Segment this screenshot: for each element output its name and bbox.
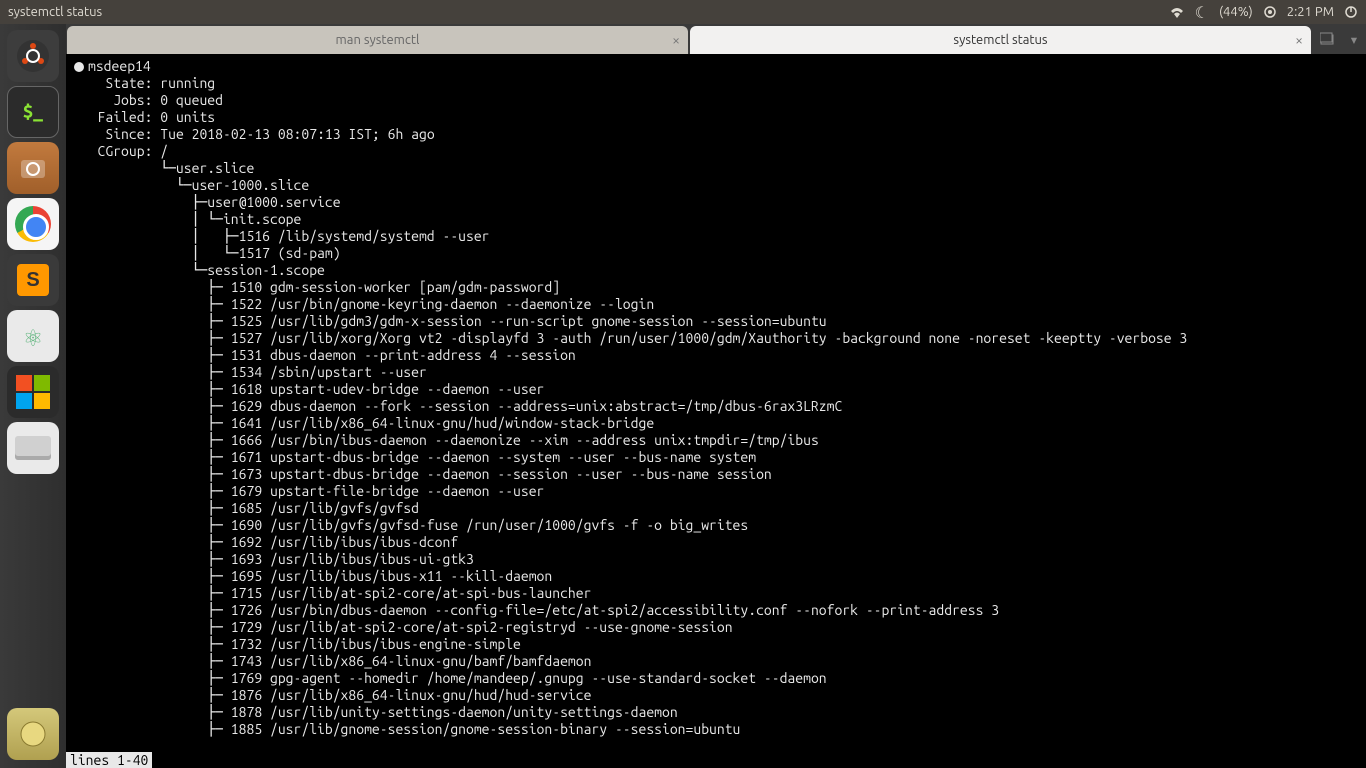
wifi-icon[interactable] <box>1169 6 1185 18</box>
unity-launcher: $_ S ⚛ <box>0 24 66 768</box>
tab-systemctl-status[interactable]: systemctl status × <box>690 26 1311 54</box>
power-icon[interactable] <box>1344 5 1358 19</box>
system-indicators[interactable]: ☾ (44%) 2:21 PM <box>1169 3 1358 22</box>
status-dot-icon <box>74 62 84 72</box>
cgroup-value: / <box>160 143 168 159</box>
sound-icon[interactable] <box>1263 5 1277 19</box>
moon-icon[interactable]: ☾ <box>1195 3 1209 22</box>
close-icon[interactable]: × <box>1295 32 1303 48</box>
terminal-window: man systemctl × systemctl status × ▾ msd… <box>66 24 1366 768</box>
battery-percent[interactable]: (44%) <box>1219 5 1253 19</box>
hostname: msdeep14 <box>88 58 151 74</box>
launcher-terminal[interactable]: $_ <box>7 86 59 138</box>
clock[interactable]: 2:21 PM <box>1287 5 1334 19</box>
tab-title: systemctl status <box>953 33 1047 47</box>
launcher-files[interactable] <box>7 142 59 194</box>
launcher-sublime[interactable]: S <box>7 254 59 306</box>
launcher-trash[interactable] <box>7 708 59 760</box>
pager-status: lines 1-40 <box>66 752 152 768</box>
jobs-value: 0 queued <box>160 92 223 108</box>
cgroup-label: CGroup: <box>98 143 153 159</box>
launcher-virtualbox[interactable] <box>7 366 59 418</box>
terminal-tabbar: man systemctl × systemctl status × ▾ <box>66 24 1366 54</box>
failed-value: 0 units <box>160 109 215 125</box>
close-icon[interactable]: × <box>672 32 680 48</box>
window-title: systemctl status <box>8 5 102 19</box>
top-menubar: systemctl status ☾ (44%) 2:21 PM <box>0 0 1366 24</box>
failed-label: Failed: <box>98 109 153 125</box>
terminal-output[interactable]: msdeep14 State: running Jobs: 0 queued F… <box>66 54 1366 742</box>
state-label: State: <box>105 75 152 91</box>
launcher-drive[interactable] <box>7 422 59 474</box>
tab-title: man systemctl <box>336 33 420 47</box>
since-value: Tue 2018-02-13 08:07:13 IST; 6h ago <box>160 126 434 142</box>
launcher-atom[interactable]: ⚛ <box>7 310 59 362</box>
cgroup-tree: └─user.slice └─user-1000.slice ├─user@10… <box>74 160 1187 737</box>
launcher-chrome[interactable] <box>7 198 59 250</box>
launcher-dash[interactable] <box>7 30 59 82</box>
tab-man-systemctl[interactable]: man systemctl × <box>67 26 688 54</box>
since-label: Since: <box>105 126 152 142</box>
state-value: running <box>160 75 215 91</box>
tab-menu-icon[interactable]: ▾ <box>1342 24 1366 54</box>
jobs-label: Jobs: <box>113 92 152 108</box>
new-tab-button[interactable] <box>1312 24 1342 54</box>
